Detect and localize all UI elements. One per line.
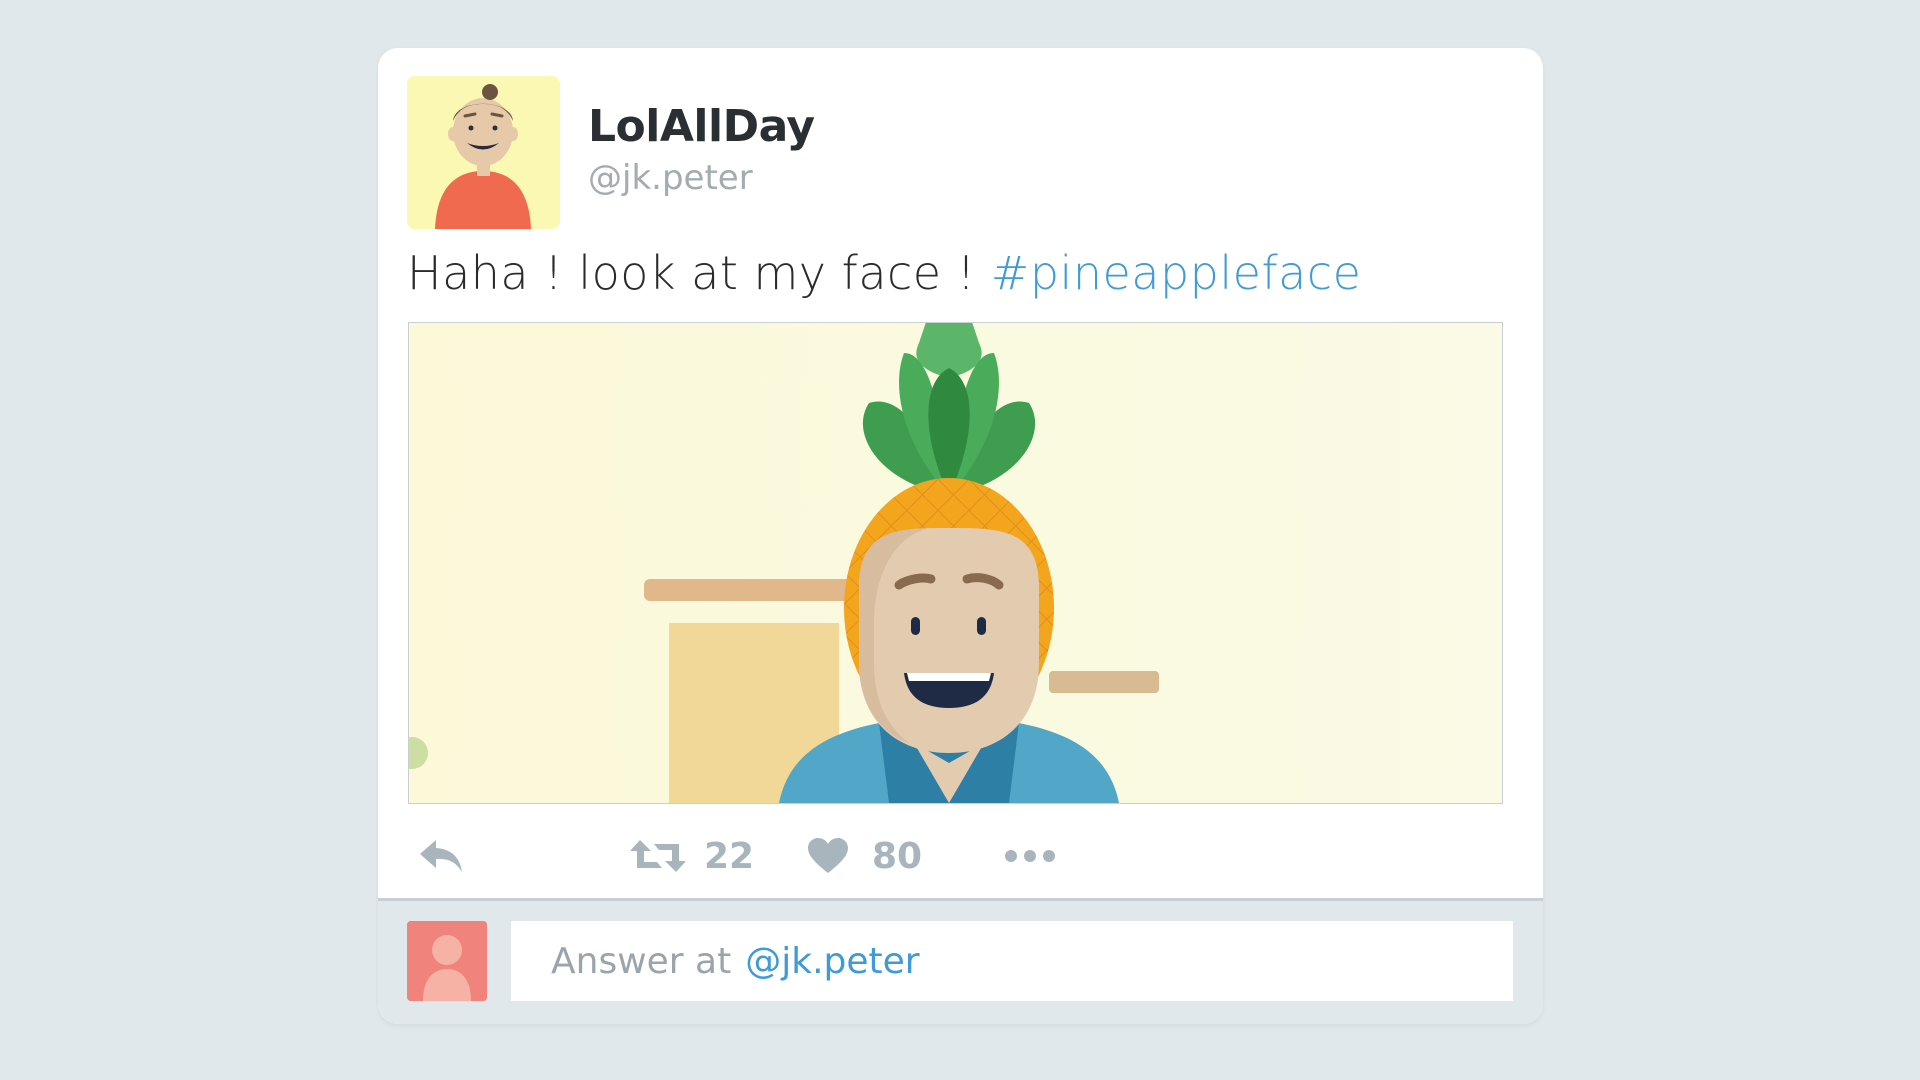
tweet-actions: 22 80: [418, 823, 1318, 889]
tweet-text: Haha ! look at my face ! #pineappleface: [407, 246, 1361, 300]
tweet-body: Haha ! look at my face !: [407, 246, 991, 300]
user-handle[interactable]: @jk.peter: [588, 158, 753, 198]
display-name[interactable]: LolAllDay: [588, 101, 815, 152]
retweet-button[interactable]: 22: [630, 823, 754, 889]
current-user-avatar[interactable]: [407, 921, 487, 1001]
like-button[interactable]: 80: [808, 823, 922, 889]
reply-placeholder: Answer at: [551, 940, 732, 982]
more-button[interactable]: [1004, 823, 1056, 889]
reply-composer: Answer at @jk.peter: [378, 898, 1543, 1024]
reply-input[interactable]: Answer at @jk.peter: [511, 921, 1513, 1001]
like-count: 80: [872, 835, 923, 877]
retweet-icon: [630, 840, 686, 872]
tweet-media-image[interactable]: [408, 322, 1503, 804]
reply-button[interactable]: [418, 823, 464, 889]
default-user-icon: [407, 921, 487, 1001]
hashtag-link[interactable]: #pineappleface: [991, 246, 1362, 300]
tweet-card: LolAllDay @jk.peter Haha ! look at my fa…: [378, 48, 1543, 1024]
user-avatar[interactable]: [407, 76, 560, 229]
more-dots-icon: [1005, 850, 1055, 862]
retweet-count: 22: [704, 835, 755, 877]
cartoon-man-avatar-illustration: [407, 76, 560, 229]
pineapple-face-illustration: [409, 323, 1502, 803]
heart-icon: [808, 838, 848, 873]
reply-mention: @jk.peter: [745, 940, 920, 982]
reply-icon: [420, 840, 462, 872]
